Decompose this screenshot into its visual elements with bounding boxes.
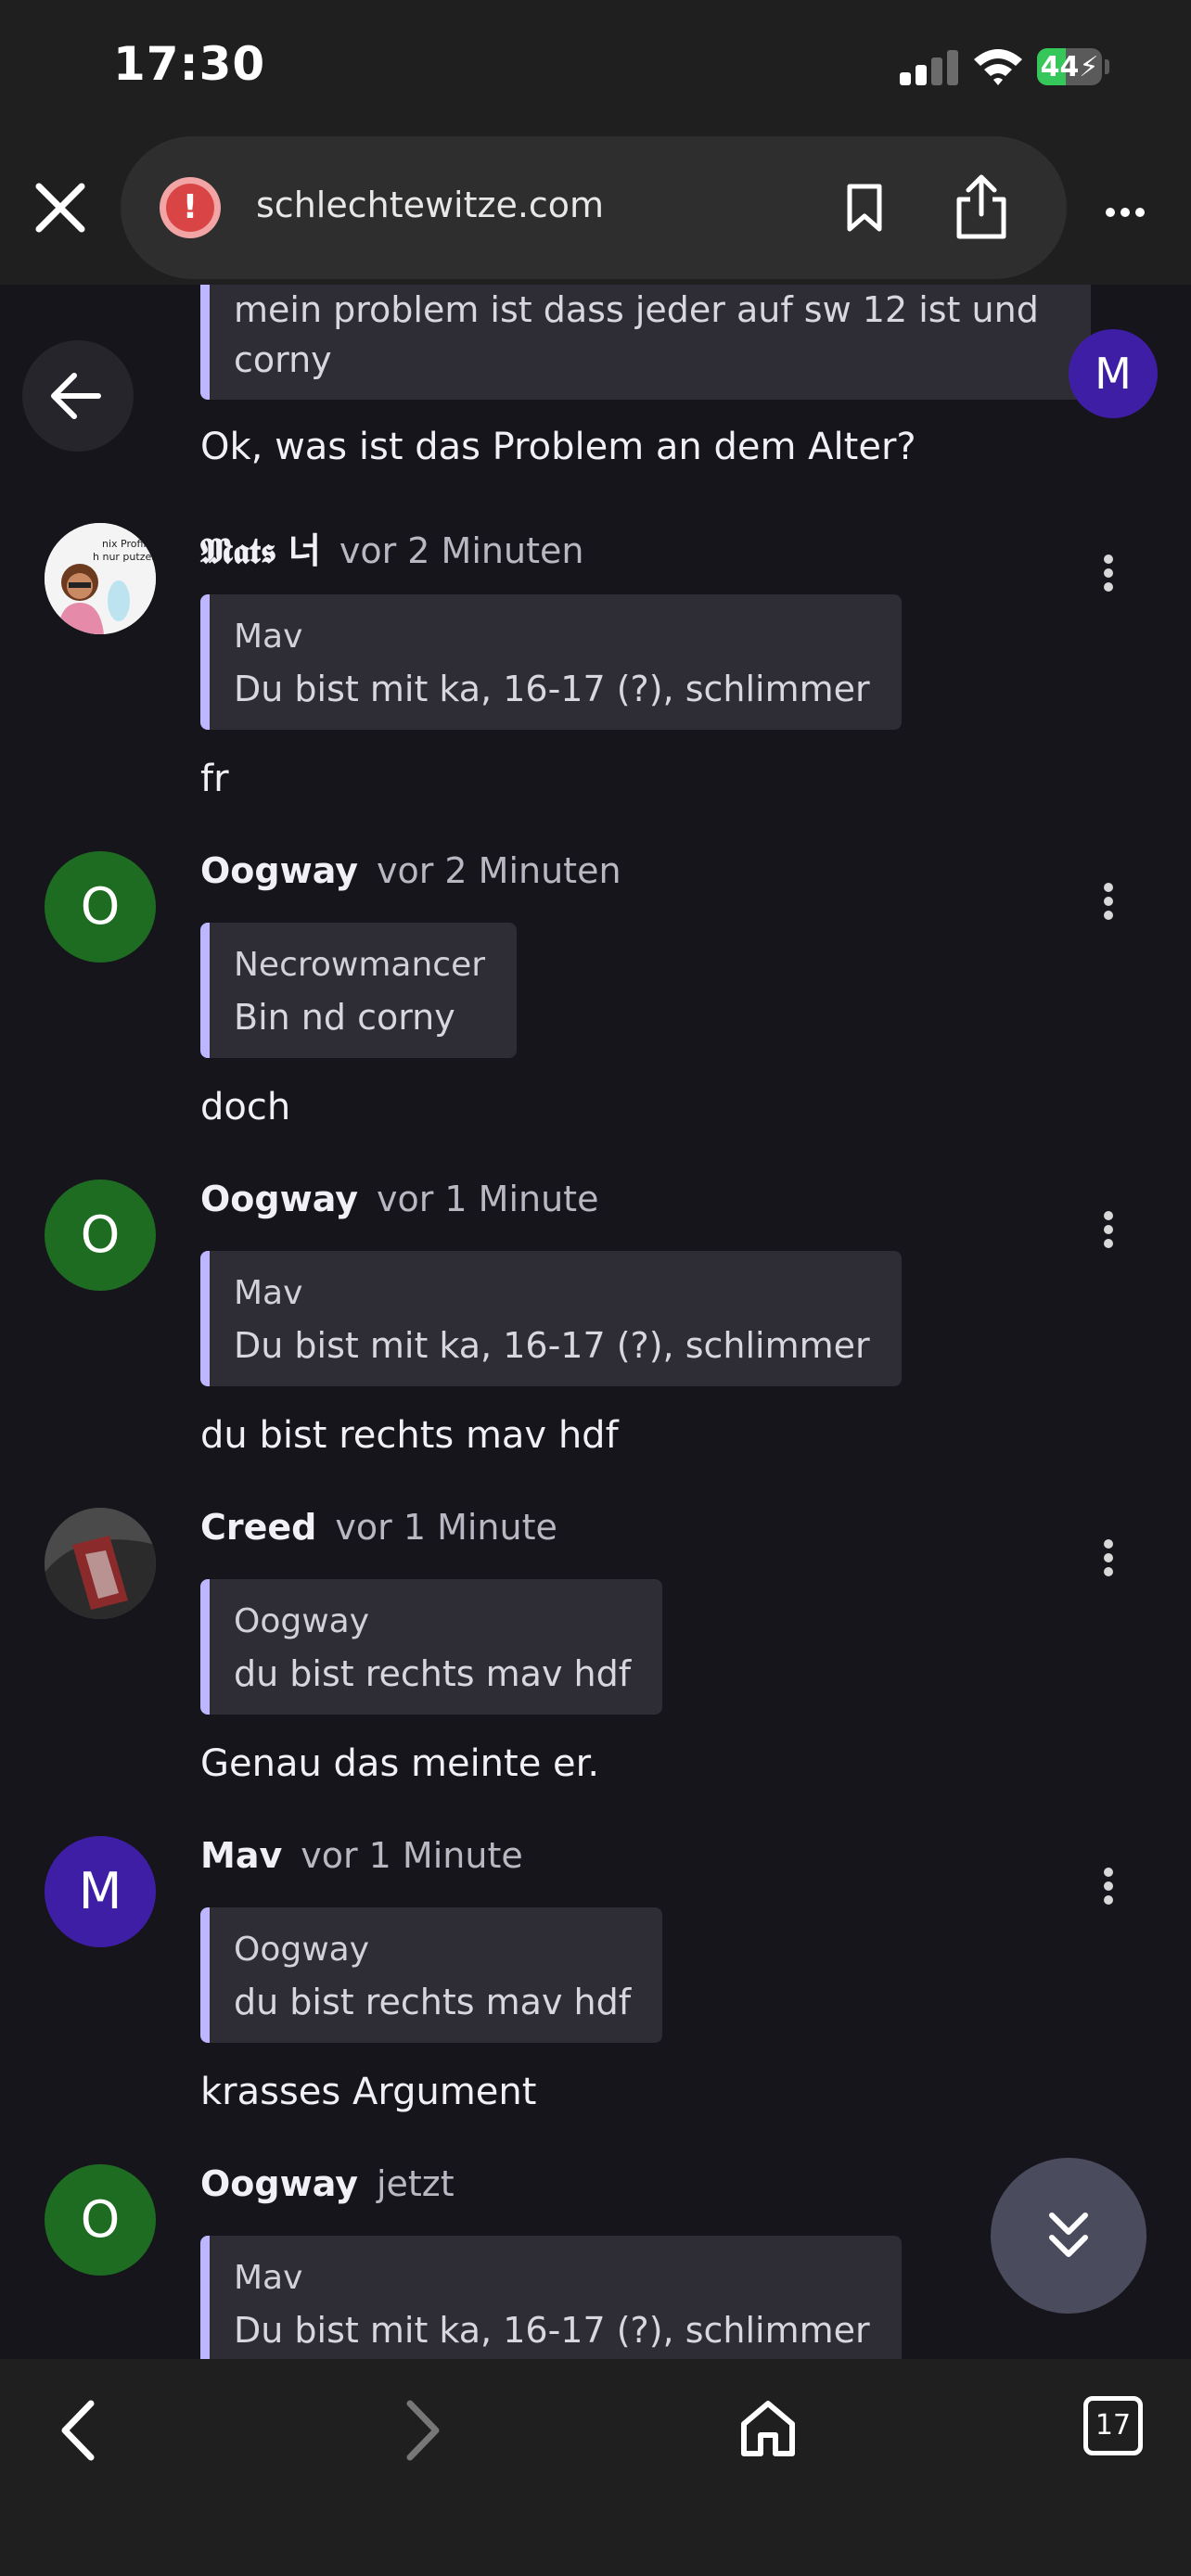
double-chevron-down-icon <box>1049 2213 1088 2257</box>
avatar[interactable]: O <box>45 1180 156 1291</box>
back-arrow-icon <box>51 373 101 419</box>
quote-block[interactable]: Necrowmancer Bin nd corny <box>200 923 518 1058</box>
close-icon[interactable] <box>33 181 87 235</box>
quote-block[interactable]: Mav Du bist mit ka, 16-17 (?), schlimmer <box>200 2236 902 2359</box>
message-header: Creed vor 1 Minute <box>200 1507 557 1548</box>
kebab-menu-icon[interactable] <box>1104 878 1122 925</box>
status-time: 17:30 <box>113 37 266 91</box>
quote-author: Mav <box>234 1274 303 1312</box>
message-header: Oogway vor 1 Minute <box>200 1179 598 1219</box>
avatar[interactable]: nix Profilbild h nur putzen hier <box>45 523 156 634</box>
message-text: Genau das meinte er. <box>200 1742 600 1785</box>
quote-block[interactable]: Mav Du bist mit ka, 16-17 (?), schlimmer <box>200 1251 902 1386</box>
more-icon[interactable] <box>1106 203 1150 221</box>
warning-icon[interactable]: ! <box>160 177 221 238</box>
message-header: 𝕸𝖆𝖙𝖘 너 vor 2 Minuten <box>200 522 583 573</box>
message-text: krasses Argument <box>200 2071 537 2113</box>
avatar[interactable]: O <box>45 2164 156 2276</box>
chevron-left-icon[interactable] <box>56 2398 102 2463</box>
tabs-icon[interactable]: 17 <box>1083 2396 1143 2455</box>
share-icon[interactable] <box>954 173 1009 240</box>
message-text: Ok, was ist das Problem an dem Alter? <box>200 426 916 468</box>
home-icon[interactable] <box>738 2398 798 2459</box>
avatar[interactable] <box>45 1508 156 1619</box>
bookmark-icon[interactable] <box>844 183 885 233</box>
chevron-right-icon[interactable] <box>399 2398 445 2463</box>
battery-icon: 44⚡ <box>1037 48 1102 85</box>
avatar[interactable]: O <box>45 851 156 963</box>
current-user-avatar[interactable]: M <box>1069 329 1158 418</box>
browser-toolbar: 17 <box>0 2359 1191 2576</box>
profile-image <box>45 1508 156 1619</box>
back-button[interactable] <box>22 340 134 452</box>
chat-feed[interactable]: mein problem ist dass jeder auf sw 12 is… <box>0 285 1191 2359</box>
message-time: vor 1 Minute <box>376 1179 599 1219</box>
quote-block: mein problem ist dass jeder auf sw 12 is… <box>200 285 1091 400</box>
message-time: vor 2 Minuten <box>376 850 621 891</box>
message-text: du bist rechts mav hdf <box>200 1414 619 1457</box>
quote-text: mein problem ist dass jeder auf sw 12 is… <box>234 289 1039 380</box>
avatar-image-text: nix Profilbild <box>102 538 156 550</box>
wifi-icon <box>974 49 1022 85</box>
avatar[interactable]: M <box>45 1836 156 1947</box>
address-bar[interactable]: ! schlechtewitze.com <box>121 136 1067 279</box>
author-name[interactable]: Mav <box>200 1835 282 1876</box>
quote-block[interactable]: Mav Du bist mit ka, 16-17 (?), schlimmer <box>200 594 902 730</box>
message-time: jetzt <box>376 2163 455 2204</box>
kebab-menu-icon[interactable] <box>1104 1863 1122 1909</box>
quote-text: du bist rechts mav hdf <box>234 1982 632 2022</box>
message-time: vor 1 Minute <box>301 1835 523 1876</box>
status-bar: 17:30 44⚡ <box>0 0 1191 134</box>
quote-text: Du bist mit ka, 16-17 (?), schlimmer <box>234 1325 870 1366</box>
quote-block[interactable]: Oogway du bist rechts mav hdf <box>200 1579 663 1715</box>
kebab-menu-icon[interactable] <box>1104 1206 1122 1253</box>
author-name[interactable]: Oogway <box>200 850 358 891</box>
quote-author: Oogway <box>234 1602 370 1640</box>
author-name[interactable]: Oogway <box>200 2163 358 2204</box>
message-text: fr <box>200 758 229 800</box>
message-text: doch <box>200 1086 291 1129</box>
quote-author: Mav <box>234 618 303 656</box>
battery-percent: 44 <box>1040 51 1080 83</box>
quote-text: Bin nd corny <box>234 997 455 1038</box>
quote-text: Du bist mit ka, 16-17 (?), schlimmer <box>234 669 870 709</box>
message-header: Oogway vor 2 Minuten <box>200 850 621 891</box>
cellular-signal-icon <box>900 48 959 85</box>
browser-bar: ! schlechtewitze.com <box>0 134 1191 285</box>
scroll-to-bottom-button[interactable] <box>991 2158 1146 2314</box>
url-text[interactable]: schlechtewitze.com <box>256 185 604 225</box>
author-name[interactable]: 𝕸𝖆𝖙𝖘 너 <box>200 529 321 571</box>
author-name[interactable]: Creed <box>200 1507 316 1548</box>
quote-block[interactable]: Oogway du bist rechts mav hdf <box>200 1907 663 2043</box>
kebab-menu-icon[interactable] <box>1104 550 1122 596</box>
author-name[interactable]: Oogway <box>200 1179 358 1219</box>
quote-author: Oogway <box>234 1931 370 1969</box>
quote-author: Necrowmancer <box>234 946 486 984</box>
quote-text: du bist rechts mav hdf <box>234 1653 632 1694</box>
quote-author: Mav <box>234 2259 303 2297</box>
message-time: vor 2 Minuten <box>339 530 584 571</box>
profile-image: nix Profilbild h nur putzen hier <box>45 523 156 634</box>
kebab-menu-icon[interactable] <box>1104 1535 1122 1581</box>
message-time: vor 1 Minute <box>335 1507 557 1548</box>
message-header: Oogway jetzt <box>200 2163 455 2204</box>
avatar-image-text: h nur putzen hier <box>93 551 156 563</box>
quote-text: Du bist mit ka, 16-17 (?), schlimmer <box>234 2310 870 2351</box>
message-header: Mav vor 1 Minute <box>200 1835 523 1876</box>
